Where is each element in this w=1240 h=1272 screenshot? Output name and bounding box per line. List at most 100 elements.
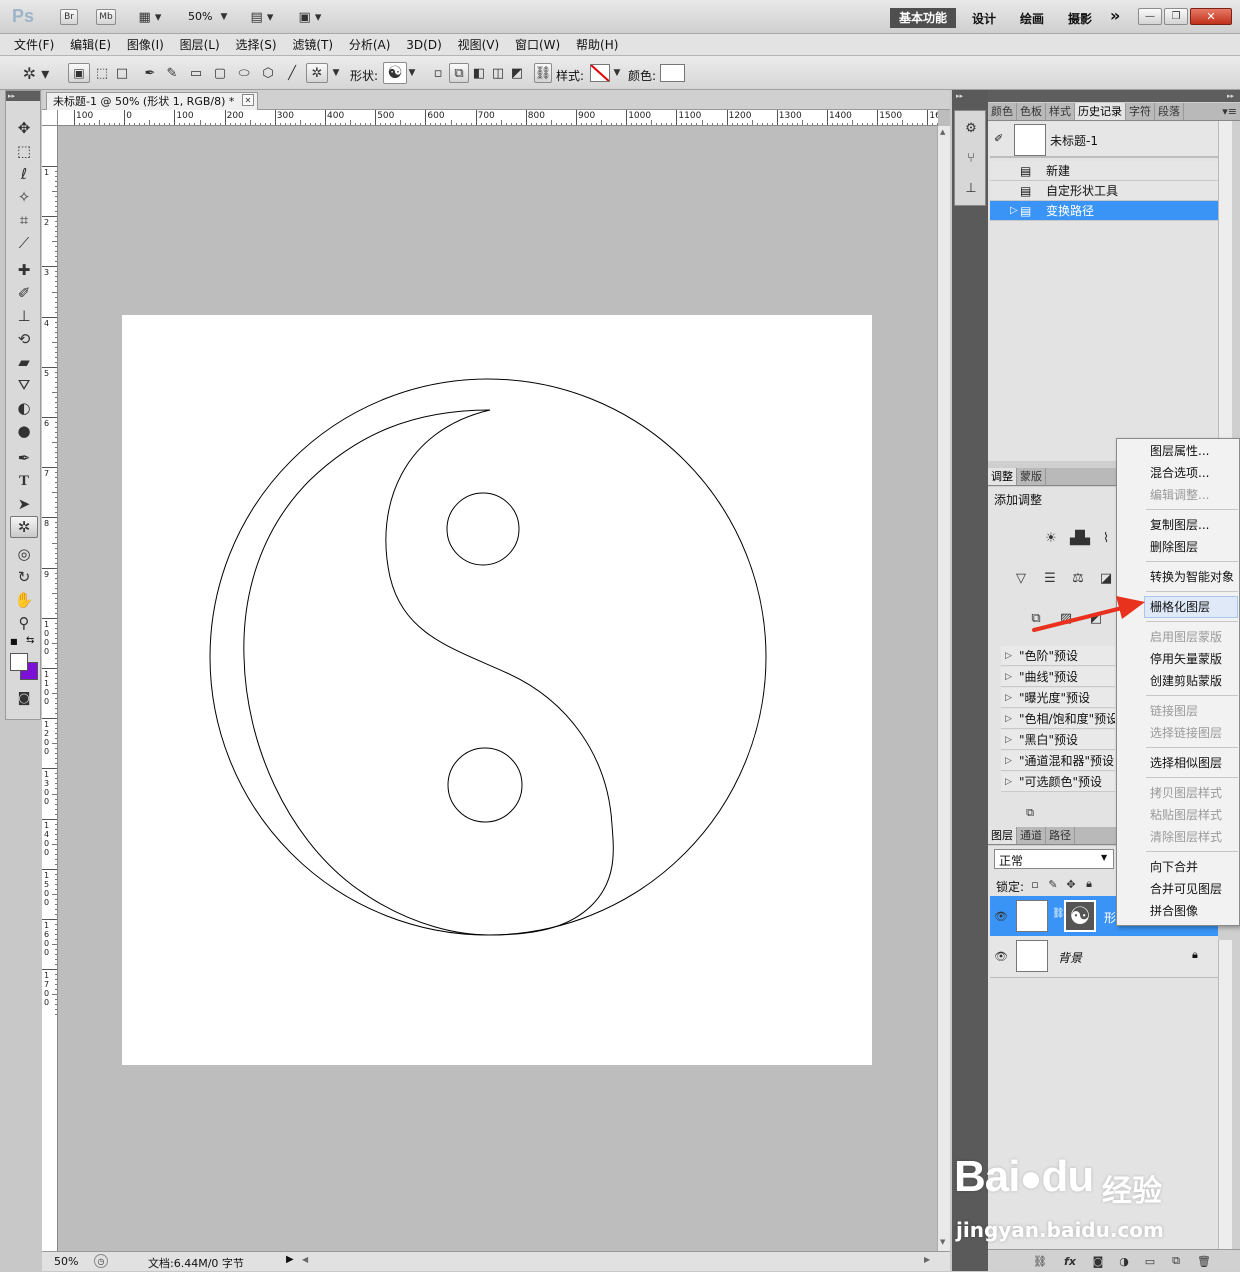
menu-image[interactable]: 图像(I): [121, 34, 170, 56]
curves-icon[interactable]: ⌇: [1096, 528, 1116, 548]
preset-hue-saturation[interactable]: ▷ "色相/饱和度"预设: [1001, 709, 1115, 729]
3d-orbit-tool-icon[interactable]: ↻: [10, 566, 38, 588]
fill-pixels-mode-icon[interactable]: □: [112, 63, 132, 83]
rounded-rectangle-icon[interactable]: ▢: [210, 63, 230, 83]
color-balance-icon[interactable]: ⚖: [1066, 568, 1090, 588]
view-extras-icon[interactable]: ▦ ▾: [132, 8, 168, 26]
intersect-shape-area-icon[interactable]: ◫: [489, 63, 507, 83]
tab-styles[interactable]: 样式: [1046, 103, 1075, 120]
panel-menu-icon[interactable]: ▾≡: [1219, 103, 1240, 120]
brushes-dock-icon[interactable]: ⑂: [959, 147, 983, 169]
history-brush-source-icon[interactable]: ✐: [994, 132, 1003, 145]
lock-image-icon[interactable]: ✎: [1046, 876, 1060, 892]
vector-mask-yinyang-thumbnail[interactable]: ☯: [1064, 900, 1096, 932]
color-swatch[interactable]: [660, 64, 685, 82]
workspace-essentials[interactable]: 基本功能: [890, 8, 956, 28]
vibrance-icon[interactable]: ▽: [1010, 568, 1032, 588]
menu-window[interactable]: 窗口(W): [509, 34, 566, 56]
type-tool-icon[interactable]: T: [10, 470, 38, 492]
history-scrollbar[interactable]: [1218, 121, 1232, 461]
crop-tool-icon[interactable]: ⌗: [10, 209, 38, 231]
document-tab[interactable]: 未标题-1 @ 50% (形状 1, RGB/8) *: [46, 92, 258, 110]
default-colors-icon[interactable]: ■: [10, 637, 20, 647]
blend-mode-select[interactable]: 正常 ▼: [994, 849, 1114, 869]
close-window-icon[interactable]: ✕: [1190, 8, 1232, 25]
visibility-eye-icon[interactable]: 👁︎: [992, 948, 1010, 964]
context-menu-item[interactable]: 停用矢量蒙版: [1150, 650, 1222, 668]
clone-source-dock-icon[interactable]: ⊥: [959, 177, 983, 199]
gradient-map-icon[interactable]: ▨: [1054, 608, 1078, 628]
context-menu-item[interactable]: 混合选项...: [1150, 464, 1209, 482]
history-item[interactable]: ▤ 自定形状工具: [990, 181, 1218, 201]
panel-group-header[interactable]: ▸▸: [988, 90, 1240, 102]
foreground-color-swatch[interactable]: [10, 653, 28, 671]
zoom-dropdown-icon[interactable]: ▼: [218, 8, 230, 26]
context-menu-item[interactable]: 选择相似图层: [1150, 754, 1222, 772]
black-white-icon[interactable]: ◪: [1096, 568, 1116, 588]
status-menu-arrow-icon[interactable]: ▶: [286, 1254, 294, 1265]
context-menu-item[interactable]: 栅格化图层: [1150, 598, 1210, 616]
new-group-icon[interactable]: ▭: [1140, 1252, 1160, 1270]
tools-panel-collapse-icon[interactable]: ▸▸: [6, 91, 40, 101]
paths-mode-icon[interactable]: ⬚: [92, 63, 112, 83]
return-to-list-icon[interactable]: ⧉: [1020, 804, 1040, 822]
shape-layers-mode-icon[interactable]: ▣: [68, 63, 90, 83]
dodge-tool-icon[interactable]: ●: [10, 420, 38, 442]
custom-shape-tool-icon[interactable]: ✲: [306, 63, 328, 83]
hscroll-left-icon[interactable]: ◀: [302, 1255, 308, 1264]
eraser-tool-icon[interactable]: ▰: [10, 351, 38, 373]
delete-layer-icon[interactable]: 🗑︎: [1194, 1252, 1214, 1270]
preset-black-white[interactable]: ▷ "黑白"预设: [1001, 730, 1115, 750]
lock-position-icon[interactable]: ✥: [1064, 876, 1078, 892]
layer-name[interactable]: 背景: [1058, 949, 1082, 966]
paint-bucket-tool-icon[interactable]: ⛛: [10, 374, 38, 396]
workspace-photography[interactable]: 摄影: [1068, 10, 1092, 27]
hscroll-right-icon[interactable]: ▶: [924, 1255, 930, 1264]
dock-header[interactable]: ▸▸: [952, 90, 988, 102]
tab-masks[interactable]: 蒙版: [1017, 468, 1046, 485]
add-to-shape-area-icon[interactable]: ⧉: [449, 63, 469, 83]
scroll-down-icon[interactable]: ▼: [940, 1238, 945, 1246]
style-dropdown-icon[interactable]: ▼: [612, 63, 622, 83]
freeform-pen-icon[interactable]: ✎: [162, 63, 182, 83]
zoom-tool-icon[interactable]: ⚲: [10, 612, 38, 634]
status-info-icon[interactable]: ◷: [94, 1254, 108, 1268]
scroll-up-icon[interactable]: ▲: [940, 128, 945, 136]
more-workspaces-icon[interactable]: »: [1110, 6, 1120, 25]
shape-picker-yinyang-icon[interactable]: ☯: [383, 62, 407, 84]
clone-stamp-tool-icon[interactable]: ⊥: [10, 305, 38, 327]
new-layer-icon[interactable]: ⧉: [1166, 1252, 1186, 1270]
link-layers-icon[interactable]: ⛓: [1030, 1252, 1050, 1270]
background-layer-thumbnail[interactable]: [1016, 940, 1048, 972]
tab-paths[interactable]: 路径: [1046, 827, 1075, 844]
preset-levels[interactable]: ▷ "色阶"预设: [1001, 646, 1115, 666]
tab-layers[interactable]: 图层: [988, 827, 1017, 844]
marquee-tool-icon[interactable]: ⬚: [10, 140, 38, 162]
tab-color[interactable]: 颜色: [988, 103, 1017, 120]
hue-saturation-icon[interactable]: ☰: [1038, 568, 1062, 588]
lock-all-icon[interactable]: 🔒︎: [1082, 876, 1096, 892]
subtract-shape-area-icon[interactable]: ◧: [470, 63, 488, 83]
pen-tool-icon[interactable]: ✒: [140, 63, 160, 83]
layer-fill-thumbnail[interactable]: [1016, 900, 1048, 932]
custom-shape-tool-active-icon[interactable]: ✲: [10, 516, 38, 538]
swap-colors-icon[interactable]: ⇆: [26, 635, 38, 647]
path-selection-tool-icon[interactable]: ➤: [10, 493, 38, 515]
context-menu-item[interactable]: 创建剪贴蒙版: [1150, 672, 1222, 690]
close-document-icon[interactable]: ✕: [242, 94, 254, 106]
tab-adjustments[interactable]: 调整: [988, 468, 1017, 485]
menu-analysis[interactable]: 分析(A): [343, 34, 397, 56]
history-brush-tool-icon[interactable]: ⟲: [10, 328, 38, 350]
preset-selective-color[interactable]: ▷ "可选颜色"预设: [1001, 772, 1115, 792]
shape-picker-dropdown-icon[interactable]: ▼: [407, 63, 417, 83]
minimize-window-icon[interactable]: —: [1138, 8, 1162, 25]
link-style-icon[interactable]: ⛓: [534, 63, 552, 83]
context-menu-item[interactable]: 向下合并: [1150, 858, 1198, 876]
lasso-tool-icon[interactable]: ℓ: [10, 163, 38, 185]
menu-filter[interactable]: 滤镜(T): [286, 34, 339, 56]
rectangle-tool-icon[interactable]: ▭: [186, 63, 206, 83]
move-tool-icon[interactable]: ✥: [10, 117, 38, 139]
levels-icon[interactable]: ▟▙: [1068, 528, 1092, 548]
layer-row[interactable]: 👁︎ 背景 🔒︎: [990, 936, 1218, 978]
tab-channels[interactable]: 通道: [1017, 827, 1046, 844]
